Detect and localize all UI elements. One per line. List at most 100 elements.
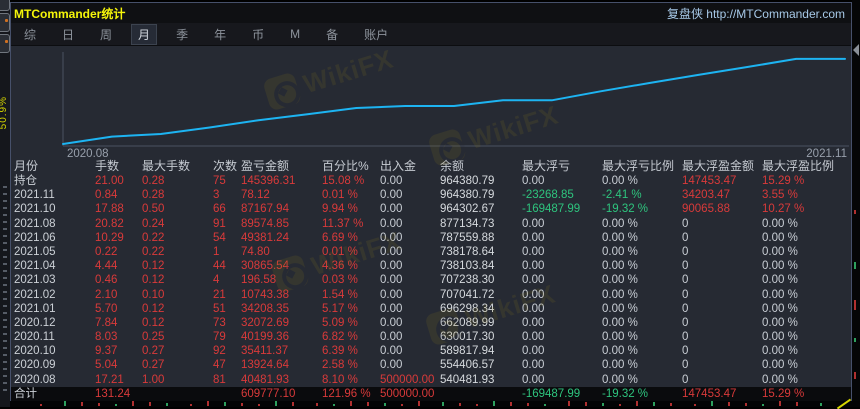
cell: -169487.99	[522, 387, 581, 400]
cell: 0.00	[522, 331, 545, 344]
cell: 0	[682, 316, 689, 329]
cell: 54	[213, 231, 226, 244]
brand-link[interactable]: 复盘侠 http://MTCommander.com	[667, 5, 845, 22]
cell: 2020.09	[14, 359, 56, 372]
column-header-8: 最大浮亏	[522, 159, 571, 173]
cell: 696298.34	[440, 302, 495, 315]
cell: 15.29 %	[762, 175, 805, 187]
menu-item-0[interactable]: 综	[11, 24, 49, 45]
background-candle	[619, 404, 621, 406]
background-candle	[636, 401, 638, 406]
table-row-2021.01[interactable]: 2021.01 5.70 0.12 51 34208.35 5.17 % 0.00 69629…	[11, 302, 851, 316]
background-candle	[132, 401, 134, 406]
background-candle	[694, 404, 696, 406]
table-row-2021.03[interactable]: 2021.03 0.46 0.12 4 196.58 0.03 % 0.00 707238.3…	[11, 273, 851, 287]
table-row-2021.11[interactable]: 2021.11 0.84 0.28 3 78.12 0.01 % 0.00 964380.79…	[11, 188, 851, 202]
cell: 0.00 %	[602, 231, 638, 244]
menu-item-6[interactable]: 币	[239, 24, 277, 45]
cell: 0.28	[142, 175, 165, 187]
table-row-2020.12[interactable]: 2020.12 7.84 0.12 73 32072.69 5.09 % 0.00 66208…	[11, 316, 851, 330]
menu-item-9[interactable]: 账户	[351, 24, 401, 45]
cell: 0.00 %	[762, 231, 798, 244]
cell: 0.12	[142, 302, 165, 315]
table-row-2021.10[interactable]: 2021.10 17.88 0.50 66 87167.94 9.94 % 0.00 9643…	[11, 202, 851, 216]
cell: 34203.47	[682, 189, 730, 202]
cell: 0.00 %	[762, 245, 798, 258]
background-candle	[367, 402, 369, 406]
background-candle	[207, 401, 209, 406]
table-row-2021.06[interactable]: 2021.06 10.29 0.22 54 49381.24 6.69 % 0.00 7875…	[11, 231, 851, 245]
table-row-2020.08[interactable]: 2020.08 17.21 1.00 81 40481.93 8.10 % 500000.0…	[11, 373, 851, 387]
cell: 0.00	[522, 231, 545, 244]
cell: 2021.01	[14, 302, 56, 315]
background-toolbar-dot	[5, 19, 8, 22]
table-row-2020.11[interactable]: 2020.11 8.03 0.25 79 40199.36 6.82 % 0.00 63001…	[11, 330, 851, 344]
cell: 609777.10	[241, 387, 296, 400]
cell: 0.00 %	[602, 302, 638, 315]
menu-item-1[interactable]: 日	[49, 24, 87, 45]
table-row-2021.02[interactable]: 2021.02 2.10 0.10 21 10743.38 1.54 % 0.00 70704…	[11, 288, 851, 302]
cell: 0	[682, 302, 689, 315]
table-row-持仓[interactable]: 持仓 21.00 0.28 75 145396.31 15.08 % 0.00 964380.…	[11, 174, 851, 188]
cell: 0.01 %	[322, 189, 358, 202]
table-row-2021.05[interactable]: 2021.05 0.22 0.22 1 74.80 0.01 % 0.00 738178.64…	[11, 245, 851, 259]
background-candle	[527, 403, 529, 406]
cell: 20.82	[95, 217, 124, 230]
cell: 0.00	[380, 189, 403, 202]
cell: 0.00	[522, 175, 545, 187]
background-candle	[442, 402, 444, 406]
cell: 6.69 %	[322, 231, 358, 244]
background-candle	[510, 402, 512, 406]
background-candle	[711, 401, 713, 406]
menu-item-4[interactable]: 季	[163, 24, 201, 45]
cell: 0	[682, 345, 689, 358]
table-row-2021.08[interactable]: 2021.08 20.82 0.24 91 89574.85 11.37 % 0.00 877…	[11, 217, 851, 231]
cell: 87167.94	[241, 203, 289, 216]
cell: 49381.24	[241, 231, 289, 244]
column-header-9: 最大浮亏比例	[602, 159, 675, 173]
table-row-2021.04[interactable]: 2021.04 4.44 0.12 44 30865.54 4.36 % 0.00 73810…	[11, 259, 851, 273]
cell: 2020.12	[14, 316, 56, 329]
cell: 2021.10	[14, 203, 56, 216]
cell: 74.80	[241, 245, 270, 258]
background-candle	[854, 300, 856, 310]
menu-item-2[interactable]: 周	[87, 24, 125, 45]
menu-item-7[interactable]: M	[277, 25, 313, 43]
cell: 持仓	[14, 175, 37, 187]
background-candle	[602, 403, 604, 406]
background-candle	[459, 403, 461, 406]
background-candle	[779, 401, 781, 406]
cell: 0.00	[522, 274, 545, 287]
cell: 0.00 %	[602, 345, 638, 358]
background-candle	[796, 402, 798, 406]
background-candle	[476, 404, 478, 406]
column-header-0: 月份	[14, 159, 39, 173]
cell: 0.27	[142, 359, 165, 372]
cell: 90065.88	[682, 203, 730, 216]
table-row-2020.09[interactable]: 2020.09 5.04 0.27 47 13924.64 2.58 % 0.00 55440…	[11, 358, 851, 372]
cell: 79	[213, 331, 226, 344]
background-candle	[115, 404, 117, 406]
mtcommander-window: MTCommander统计 复盘侠 http://MTCommander.com…	[10, 2, 852, 402]
cell: 75	[213, 175, 226, 187]
cell: 0.00	[522, 302, 545, 315]
cell: 0.22	[95, 245, 118, 258]
cell: 0.10	[142, 288, 165, 301]
background-candle	[384, 403, 386, 406]
cell: 3	[213, 189, 220, 202]
cell: 2021.04	[14, 260, 56, 273]
cell: 0.00	[380, 288, 403, 301]
background-candle	[98, 403, 100, 406]
cell: 32072.69	[241, 316, 289, 329]
menu-item-5[interactable]: 年	[201, 24, 239, 45]
menu-item-8[interactable]: 备	[313, 24, 351, 45]
table-total-row[interactable]: 合计 131.24 609777.10 121.96 % 500000.00 -16948…	[11, 386, 851, 402]
cell: 0.00	[380, 203, 403, 216]
cell: 0	[682, 359, 689, 372]
cell: 4	[213, 274, 220, 287]
table-row-2020.10[interactable]: 2020.10 9.37 0.27 92 35411.37 6.39 % 0.00 58981…	[11, 344, 851, 358]
cell: 0.00	[522, 260, 545, 273]
menu-item-3[interactable]: 月	[131, 23, 158, 45]
cell: 34208.35	[241, 302, 289, 315]
cell: 44	[213, 260, 226, 273]
